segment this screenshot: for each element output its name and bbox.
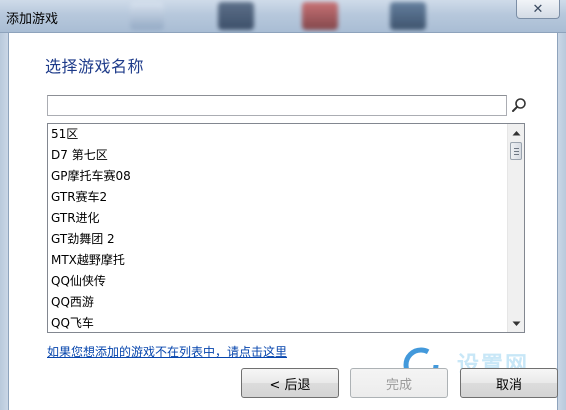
dialog-body: 选择游戏名称 51区 D7 第七区 GP摩托车赛08 GTR赛车2 GTR进化 GT劲舞团…: [8, 33, 558, 410]
window-frame-left: [0, 33, 8, 410]
list-item[interactable]: 51区: [48, 124, 508, 145]
list-item[interactable]: QQ仙侠传: [48, 271, 508, 292]
back-button[interactable]: < 后退: [241, 368, 339, 398]
blurred-taskbar-thumbnail: [302, 2, 338, 30]
list-item[interactable]: GT劲舞团 2: [48, 229, 508, 250]
list-item[interactable]: D7 第七区: [48, 145, 508, 166]
close-button[interactable]: ✕: [516, 0, 560, 19]
blurred-taskbar-thumbnail: [218, 2, 254, 30]
chevron-up-icon: [512, 130, 521, 135]
blurred-taskbar-thumbnail: [130, 2, 164, 30]
chevron-down-icon: [512, 321, 521, 326]
blurred-taskbar-thumbnail: [390, 2, 426, 30]
list-item[interactable]: GTR进化: [48, 208, 508, 229]
list-item[interactable]: QQ飞车: [48, 313, 508, 332]
close-icon: ✕: [532, 1, 544, 17]
list-item[interactable]: GTR赛车2: [48, 187, 508, 208]
scroll-up-arrow[interactable]: [508, 124, 524, 141]
cancel-button[interactable]: 取消: [460, 368, 558, 398]
search-icon[interactable]: [511, 97, 527, 113]
add-missing-game-link[interactable]: 如果您想添加的游戏不在列表中，请点击这里: [47, 343, 287, 360]
list-item[interactable]: MTX越野摩托: [48, 250, 508, 271]
scroll-thumb[interactable]: [510, 142, 522, 160]
page-title: 选择游戏名称: [45, 57, 145, 76]
game-list-items: 51区 D7 第七区 GP摩托车赛08 GTR赛车2 GTR进化 GT劲舞团 2 MTX越野…: [48, 124, 508, 332]
title-bar: 添加游戏 ✕: [0, 0, 566, 33]
list-item[interactable]: GP摩托车赛08: [48, 166, 508, 187]
scroll-down-arrow[interactable]: [508, 315, 524, 332]
search-input[interactable]: [47, 95, 507, 116]
vertical-scrollbar[interactable]: [507, 124, 524, 332]
list-item[interactable]: QQ西游: [48, 292, 508, 313]
finish-button[interactable]: 完成: [350, 368, 448, 398]
game-list[interactable]: 51区 D7 第七区 GP摩托车赛08 GTR赛车2 GTR进化 GT劲舞团 2 MTX越野…: [47, 123, 525, 333]
window-frame-right: [558, 33, 566, 410]
window-title: 添加游戏: [6, 12, 59, 27]
